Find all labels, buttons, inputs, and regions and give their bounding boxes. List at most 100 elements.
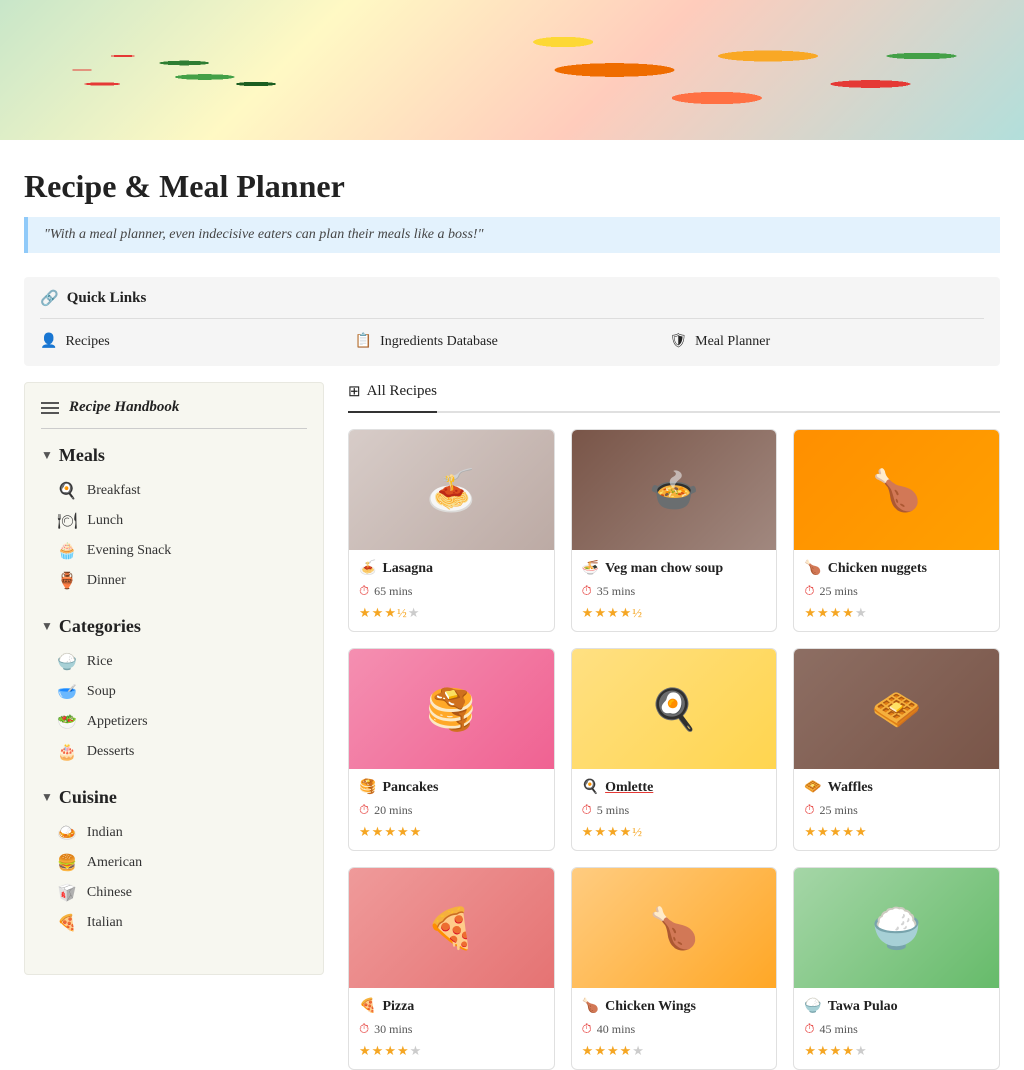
appetizers-label: Appetizers bbox=[87, 714, 148, 730]
planner-label: Meal Planner bbox=[695, 334, 770, 350]
star-filled: ★ bbox=[582, 605, 595, 620]
sidebar-item-breakfast[interactable]: 🍳 Breakfast bbox=[41, 476, 307, 506]
recipe-time-omlette: ⏱ 5 mins bbox=[582, 802, 767, 818]
cuisine-label: Cuisine bbox=[59, 787, 117, 808]
recipe-time-chicken-wings: ⏱ 40 mins bbox=[582, 1021, 767, 1037]
star-filled: ★ bbox=[594, 605, 607, 620]
cuisine-arrow-icon: ▼ bbox=[41, 790, 53, 805]
recipe-time-label-lasagna: 65 mins bbox=[374, 584, 412, 599]
star-filled: ★ bbox=[372, 1043, 385, 1058]
quick-links-label: Quick Links bbox=[67, 290, 147, 307]
sidebar-item-desserts[interactable]: 🎂 Desserts bbox=[41, 737, 307, 767]
recipe-time-label-pizza: 30 mins bbox=[374, 1022, 412, 1037]
recipes-grid: 🍝 🍝 Lasagna ⏱ 65 mins ★★★½★ 🍲 bbox=[348, 429, 1000, 1070]
star-filled: ★ bbox=[582, 1043, 595, 1058]
star-filled: ★ bbox=[594, 1043, 607, 1058]
recipes-icon: 👤 bbox=[40, 333, 57, 350]
recipe-info-omlette: 🍳 Omlette ⏱ 5 mins ★★★★½ bbox=[572, 769, 777, 850]
recipe-link[interactable]: Omlette bbox=[605, 780, 653, 796]
tab-label: All Recipes bbox=[367, 383, 437, 400]
recipe-info-tawa-pulao: 🍚 Tawa Pulao ⏱ 45 mins ★★★★★ bbox=[794, 988, 999, 1069]
recipe-card-pancakes[interactable]: 🥞 🥞 Pancakes ⏱ 20 mins ★★★★★ bbox=[348, 648, 555, 851]
sidebar-item-lunch[interactable]: 🍽 Lunch bbox=[41, 506, 307, 536]
recipe-icon-tawa-pulao: 🍚 bbox=[804, 998, 821, 1015]
hero-banner bbox=[0, 0, 1024, 140]
recipe-stars-chicken-wings: ★★★★★ bbox=[582, 1043, 767, 1059]
clock-icon-chicken-wings: ⏱ bbox=[582, 1021, 592, 1037]
recipe-card-omlette[interactable]: 🍳 🍳 Omlette ⏱ 5 mins ★★★★½ bbox=[571, 648, 778, 851]
star-filled: ★ bbox=[855, 824, 868, 839]
sidebar: Recipe Handbook ▼ Meals 🍳 Breakfast 🍽 Lu… bbox=[24, 382, 324, 975]
star-filled: ★ bbox=[817, 1043, 830, 1058]
all-recipes-tab[interactable]: ⊞ All Recipes bbox=[348, 382, 437, 413]
sidebar-item-dinner[interactable]: 🏺 Dinner bbox=[41, 566, 307, 596]
meals-label: Meals bbox=[59, 445, 105, 466]
sidebar-item-chinese[interactable]: 🥡 Chinese bbox=[41, 878, 307, 908]
recipe-info-pizza: 🍕 Pizza ⏱ 30 mins ★★★★★ bbox=[349, 988, 554, 1069]
recipes-label: Recipes bbox=[65, 334, 109, 350]
soup-icon: 🥣 bbox=[57, 682, 77, 702]
star-filled: ★ bbox=[830, 824, 843, 839]
recipes-header: ⊞ All Recipes bbox=[348, 382, 1000, 413]
recipe-card-chicken-nuggets[interactable]: 🍗 🍗 Chicken nuggets ⏱ 25 mins ★★★★★ bbox=[793, 429, 1000, 632]
recipe-icon-lasagna: 🍝 bbox=[359, 560, 376, 577]
star-filled: ★ bbox=[817, 605, 830, 620]
sidebar-section-cuisine-title[interactable]: ▼ Cuisine bbox=[41, 787, 307, 808]
recipe-image-pancakes: 🥞 bbox=[349, 649, 554, 769]
sidebar-item-italian[interactable]: 🍕 Italian bbox=[41, 908, 307, 938]
clock-icon-veg-man-chow-soup: ⏱ bbox=[582, 583, 592, 599]
clock-icon-lasagna: ⏱ bbox=[359, 583, 369, 599]
star-empty: ★ bbox=[410, 1043, 423, 1058]
recipe-card-chicken-wings[interactable]: 🍗 🍗 Chicken Wings ⏱ 40 mins ★★★★★ bbox=[571, 867, 778, 1070]
star-filled: ★ bbox=[384, 1043, 397, 1058]
american-label: American bbox=[87, 855, 142, 871]
recipe-image-waffles: 🧇 bbox=[794, 649, 999, 769]
star-filled: ★ bbox=[607, 605, 620, 620]
recipe-stars-veg-man-chow-soup: ★★★★½ bbox=[582, 605, 767, 621]
recipe-card-lasagna[interactable]: 🍝 🍝 Lasagna ⏱ 65 mins ★★★½★ bbox=[348, 429, 555, 632]
star-filled: ★ bbox=[817, 824, 830, 839]
sidebar-section-cuisine: ▼ Cuisine 🍛 Indian 🍔 American 🥡 Chinese … bbox=[41, 787, 307, 938]
sidebar-item-evening-snack[interactable]: 🧁 Evening Snack bbox=[41, 536, 307, 566]
hero-overlay bbox=[0, 0, 1024, 140]
clock-icon-pizza: ⏱ bbox=[359, 1021, 369, 1037]
hamburger-icon[interactable] bbox=[41, 402, 59, 414]
quick-link-meal-planner[interactable]: 🛡 Meal Planner bbox=[669, 333, 984, 350]
recipe-time-label-waffles: 25 mins bbox=[819, 803, 857, 818]
sidebar-item-indian[interactable]: 🍛 Indian bbox=[41, 818, 307, 848]
quick-links-items: 👤 Recipes 📋 Ingredients Database 🛡 Meal … bbox=[40, 318, 984, 354]
recipe-time-pancakes: ⏱ 20 mins bbox=[359, 802, 544, 818]
content-area: Recipe Handbook ▼ Meals 🍳 Breakfast 🍽 Lu… bbox=[24, 382, 1000, 1070]
main-content: ⊞ All Recipes 🍝 🍝 Lasagna ⏱ 65 mins bbox=[324, 382, 1000, 1070]
recipe-time-tawa-pulao: ⏱ 45 mins bbox=[804, 1021, 989, 1037]
ingredients-label: Ingredients Database bbox=[380, 334, 498, 350]
recipe-info-chicken-wings: 🍗 Chicken Wings ⏱ 40 mins ★★★★★ bbox=[572, 988, 777, 1069]
sidebar-item-american[interactable]: 🍔 American bbox=[41, 848, 307, 878]
quick-link-ingredients[interactable]: 📋 Ingredients Database bbox=[355, 333, 670, 350]
quick-link-recipes[interactable]: 👤 Recipes bbox=[40, 333, 355, 350]
clock-icon-tawa-pulao: ⏱ bbox=[804, 1021, 814, 1037]
star-filled: ★ bbox=[397, 824, 410, 839]
recipe-stars-lasagna: ★★★½★ bbox=[359, 605, 544, 621]
sidebar-section-categories-title[interactable]: ▼ Categories bbox=[41, 616, 307, 637]
star-filled: ★ bbox=[804, 824, 817, 839]
categories-label: Categories bbox=[59, 616, 141, 637]
sidebar-section-meals-title[interactable]: ▼ Meals bbox=[41, 445, 307, 466]
recipe-name-chicken-nuggets: 🍗 Chicken nuggets bbox=[804, 560, 989, 577]
recipe-stars-omlette: ★★★★½ bbox=[582, 824, 767, 840]
star-filled: ★ bbox=[384, 605, 397, 620]
recipe-time-label-veg-man-chow-soup: 35 mins bbox=[597, 584, 635, 599]
recipe-card-tawa-pulao[interactable]: 🍚 🍚 Tawa Pulao ⏱ 45 mins ★★★★★ bbox=[793, 867, 1000, 1070]
meals-arrow-icon: ▼ bbox=[41, 448, 53, 463]
recipe-card-veg-man-chow-soup[interactable]: 🍲 🍜 Veg man chow soup ⏱ 35 mins ★★★★½ bbox=[571, 429, 778, 632]
sidebar-item-soup[interactable]: 🥣 Soup bbox=[41, 677, 307, 707]
recipe-info-lasagna: 🍝 Lasagna ⏱ 65 mins ★★★½★ bbox=[349, 550, 554, 631]
recipe-image-chicken-nuggets: 🍗 bbox=[794, 430, 999, 550]
recipe-card-pizza[interactable]: 🍕 🍕 Pizza ⏱ 30 mins ★★★★★ bbox=[348, 867, 555, 1070]
evening-snack-icon: 🧁 bbox=[57, 541, 77, 561]
recipe-card-waffles[interactable]: 🧇 🧇 Waffles ⏱ 25 mins ★★★★★ bbox=[793, 648, 1000, 851]
clock-icon-pancakes: ⏱ bbox=[359, 802, 369, 818]
recipe-icon-chicken-nuggets: 🍗 bbox=[804, 560, 821, 577]
sidebar-item-appetizers[interactable]: 🥗 Appetizers bbox=[41, 707, 307, 737]
sidebar-item-rice[interactable]: 🍚 Rice bbox=[41, 647, 307, 677]
